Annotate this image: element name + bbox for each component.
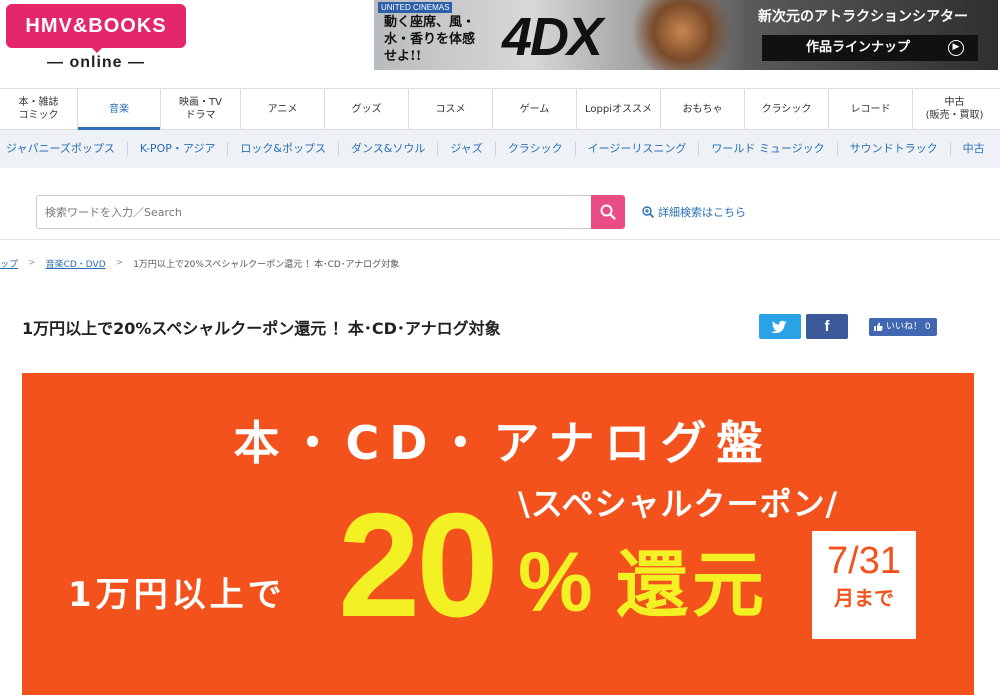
banner-button-label: 作品ラインナップ [806, 40, 911, 55]
nav-item[interactable]: クラシック [745, 89, 829, 129]
search-input[interactable] [36, 195, 592, 229]
campaign-date: 7/31 [827, 540, 901, 582]
campaign-until: 月まで [834, 586, 894, 610]
banner-4dx-logo: 4DX [502, 7, 603, 67]
genre-link[interactable]: ダンス&ソウル [339, 142, 439, 156]
nav-item[interactable]: おもちゃ [661, 89, 745, 129]
nav-item[interactable]: 本・雑誌 コミック [0, 89, 78, 129]
page-title: 1万円以上で20%スペシャルクーポン還元 ！本･CD･アナログ対象 [22, 319, 501, 338]
nav-item[interactable]: Loppiオススメ [577, 89, 661, 129]
logo-subtitle: — online — [47, 54, 145, 71]
search-button[interactable] [591, 195, 625, 229]
nav-item[interactable]: アニメ [241, 89, 325, 129]
logo-text: HMV&BOOKS [6, 4, 186, 48]
thumbs-up-icon [874, 322, 883, 331]
campaign-reward: 還元 [616, 543, 769, 627]
campaign-percent: 20 [338, 483, 499, 648]
hmv-books-logo[interactable]: HMV&BOOKS — online — [6, 4, 186, 82]
nav-item[interactable]: グッズ [325, 89, 409, 129]
campaign-percent-sign: % [518, 535, 593, 629]
campaign-condition: 1万円以上で [68, 575, 286, 615]
search-area: 詳細検索はこちら [0, 168, 1000, 240]
nav-item[interactable]: 音楽 [78, 89, 161, 130]
campaign-banner[interactable]: 本・CD・アナログ盤 \スペシャルクーポン/ 1万円以上で 20 % 還元 7/… [22, 373, 974, 695]
banner-copy: 動く座席、風・水・香りを体感せよ!! [384, 15, 476, 64]
like-label: いいね！ 0 [886, 322, 931, 332]
breadcrumb-music-link[interactable]: 音楽CD・DVD [46, 257, 106, 270]
facebook-like-button[interactable]: いいね！ 0 [869, 318, 937, 336]
breadcrumb-current: 1万円以上で20%スペシャルクーポン還元 ！本･CD･アナログ対象 [133, 259, 400, 270]
genre-link[interactable]: ジャパニーズポップス [0, 142, 128, 156]
advanced-search-label: 詳細検索はこちら [658, 206, 746, 219]
zoom-plus-icon [642, 206, 654, 218]
genre-link[interactable]: クラシック [496, 142, 576, 156]
breadcrumb-separator: > [28, 258, 36, 268]
nav-item[interactable]: レコード [829, 89, 913, 129]
facebook-share-button[interactable]: f [806, 314, 848, 339]
genre-link[interactable]: ジャズ [438, 142, 496, 156]
genre-link[interactable]: 中古 [951, 142, 997, 156]
genre-link[interactable]: サウンドトラック [838, 142, 951, 156]
chevron-right-icon: ▶ [948, 40, 964, 56]
twitter-share-button[interactable] [759, 314, 801, 339]
genre-link[interactable]: ワールド ミュージック [699, 142, 838, 156]
twitter-icon [771, 320, 787, 334]
banner-brand: UNITED CINEMAS [378, 2, 453, 13]
campaign-headline: 本・CD・アナログ盤 [233, 416, 773, 470]
nav-item[interactable]: コスメ [409, 89, 493, 129]
nav-item[interactable]: 中古 (販売・買取) [913, 89, 996, 129]
logo-notch [90, 46, 104, 53]
music-genre-nav: ジャパニーズポップス K-POP・アジア ロック&ポップス ダンス&ソウル ジャズ クラシ… [0, 130, 1000, 168]
campaign-deadline-badge: 7/31 月まで [812, 531, 916, 639]
breadcrumb-separator: > [115, 258, 124, 268]
site-header: HMV&BOOKS — online — UNITED CINEMAS 動く座席… [0, 0, 1000, 88]
genre-link[interactable]: ロック&ポップス [228, 142, 339, 156]
banner-headline: 新次元のアトラクションシアター [758, 9, 968, 25]
banner-image [622, 0, 742, 70]
advanced-search-link[interactable]: 詳細検索はこちら [642, 204, 746, 220]
banner-lineup-button[interactable]: 作品ラインナップ ▶ [762, 35, 978, 61]
genre-link[interactable]: イージーリスニング [576, 142, 700, 156]
4dx-ad-banner[interactable]: UNITED CINEMAS 動く座席、風・水・香りを体感せよ!! 4DX 新次… [374, 0, 998, 70]
nav-item[interactable]: ゲーム [493, 89, 577, 129]
main-category-nav: 本・雑誌 コミック 音楽 映画・TV ドラマ アニメ グッズ コスメ ゲーム Loppiオスス… [0, 88, 1000, 130]
breadcrumb: ップ > 音楽CD・DVD > 1万円以上で20%スペシャルクーポン還元 ！本･… [0, 256, 1000, 270]
search-icon [600, 204, 616, 220]
nav-item[interactable]: 映画・TV ドラマ [161, 89, 241, 129]
campaign-subhead: \スペシャルクーポン/ [518, 485, 839, 523]
breadcrumb-top-link[interactable]: ップ [0, 257, 18, 270]
genre-link[interactable]: K-POP・アジア [128, 142, 229, 156]
